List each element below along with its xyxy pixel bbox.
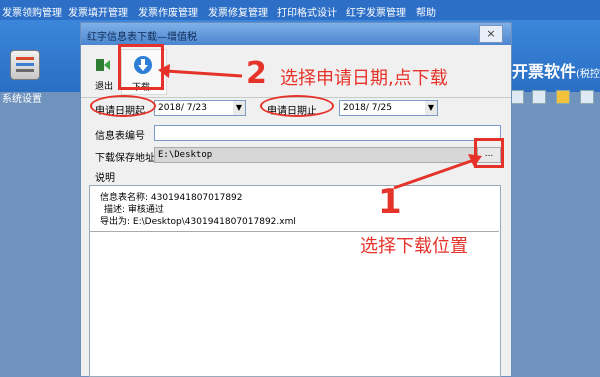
- step2-arrow: [165, 69, 243, 78]
- step1-arrow: [393, 158, 475, 190]
- annotation-arrows: [158, 64, 482, 190]
- step2-arrowhead: [158, 64, 170, 78]
